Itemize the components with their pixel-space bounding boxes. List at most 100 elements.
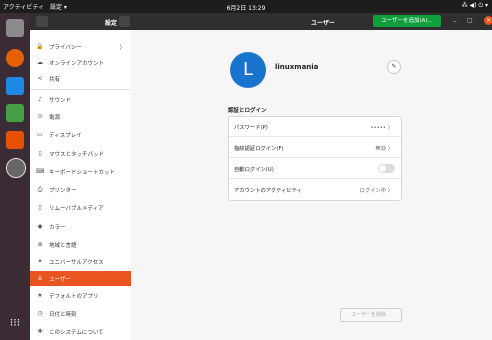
sidebar-item-label: 地域と言語 <box>49 242 77 249</box>
row-value: ログイン中 〉 <box>359 188 393 194</box>
plus-icon: ✚ <box>37 328 43 335</box>
power-icon: ⊙ <box>37 113 43 120</box>
clock-icon: ◷ <box>37 310 43 317</box>
sidebar-item-accessibility[interactable]: ✦ ユニバーサルアクセス <box>30 254 131 269</box>
writer-icon[interactable] <box>6 77 24 95</box>
sidebar-item-about[interactable]: ✚ このシステムについて <box>30 324 131 339</box>
row-value: ••••• 〉 <box>370 125 393 131</box>
avatar[interactable]: L <box>230 52 266 88</box>
sidebar-item-label: 日付と時刻 <box>49 311 77 318</box>
close-icon[interactable]: × <box>484 16 492 25</box>
row-label: パスワード(P) <box>234 125 268 131</box>
sidebar-item-label: このシステムについて <box>49 329 104 336</box>
calc-icon[interactable] <box>6 104 24 122</box>
app-menu[interactable]: 設定 ▾ <box>50 2 67 11</box>
sidebar-item-label: ディスプレイ <box>49 132 82 139</box>
sidebar-item-label: カラー <box>49 224 66 231</box>
toggle-knob <box>379 165 386 172</box>
show-apps-icon[interactable]: ⁝⁝⁝ <box>6 314 24 332</box>
users-panel: L linuxmania ✎ 認証とログイン パスワード(P) ••••• 〉 … <box>131 30 492 340</box>
user-name: linuxmania <box>275 63 319 71</box>
section-title: 認証とログイン <box>228 108 267 114</box>
top-bar: アクティビティ 設定 ▾ 6月2日 13:29 ⁂ ◀) ⏻ ▾ <box>0 0 492 13</box>
row-label: アカウントのアクティビティ <box>234 188 302 194</box>
add-user-button[interactable]: ユーザーを追加(A)... <box>373 15 441 27</box>
mouse-icon: ▯ <box>38 150 42 157</box>
files-icon[interactable] <box>6 19 24 37</box>
auto-login-row: 自動ログイン(U) <box>229 159 401 179</box>
sidebar-item-label: キーボードショートカット <box>49 169 116 176</box>
display-icon: ▭ <box>37 131 43 138</box>
user-icon: ♙ <box>37 275 43 282</box>
keyboard-icon: ⌨ <box>35 168 45 175</box>
sidebar-item-users[interactable]: ♙ ユーザー <box>30 271 131 286</box>
hamburger-menu-icon[interactable] <box>119 16 130 27</box>
row-label: 自動ログイン(U) <box>234 167 274 173</box>
password-row[interactable]: パスワード(P) ••••• 〉 <box>229 117 401 137</box>
maximize-icon[interactable]: □ <box>467 17 473 24</box>
sidebar-divider <box>30 89 131 90</box>
printer-icon: ⎙ <box>37 185 43 193</box>
fingerprint-login-row[interactable]: 指紋認証ログイン(F) 無効 〉 <box>229 138 401 158</box>
sidebar-item-removable-media[interactable]: ▯ リムーバブルメディア <box>30 200 131 215</box>
sidebar-item-printers[interactable]: ⎙ プリンター <box>30 182 131 197</box>
sidebar-item-keyboard[interactable]: ⌨ キーボードショートカット <box>30 164 131 179</box>
sidebar-item-label: マウスとタッチパッド <box>49 151 105 158</box>
minimize-icon[interactable]: – <box>453 17 457 25</box>
share-icon: < <box>37 75 43 82</box>
sidebar-item-color[interactable]: ◆ カラー <box>30 219 131 234</box>
sidebar-item-label: オンラインアカウント <box>49 60 105 67</box>
sidebar-item-region[interactable]: ⊕ 地域と言語 <box>30 237 131 252</box>
sidebar-item-power[interactable]: ⊙ 電源 <box>30 109 131 124</box>
row-divider <box>229 136 401 137</box>
settings-title: 設定 <box>105 20 118 27</box>
chevron-right-icon: 〉 <box>119 44 125 51</box>
sidebar-item-label: リムーバブルメディア <box>49 205 104 212</box>
firefox-icon[interactable] <box>6 49 24 67</box>
sidebar-item-mouse[interactable]: ▯ マウスとタッチパッド <box>30 146 131 161</box>
account-activity-row[interactable]: アカウントのアクティビティ ログイン中 〉 <box>229 180 401 200</box>
sidebar-item-label: サウンド <box>49 97 72 104</box>
sidebar-item-label: 電源 <box>49 114 61 121</box>
usb-drive-icon: ▯ <box>38 204 42 211</box>
sidebar-item-sharing[interactable]: < 共有 <box>30 71 131 86</box>
row-value: 無効 〉 <box>375 146 393 152</box>
sidebar-item-label: プリンター <box>49 187 77 194</box>
panel-title: ユーザー <box>311 20 335 27</box>
auto-login-toggle[interactable] <box>378 164 395 173</box>
settings-sidebar: 🔒 プライバシー 〉 ☁ オンラインアカウント < 共有 ♪ サウンド ⊙ 電源… <box>30 30 132 340</box>
edit-name-button[interactable]: ✎ <box>387 60 401 74</box>
auth-settings-list: パスワード(P) ••••• 〉 指紋認証ログイン(F) 無効 〉 自動ログイン… <box>228 116 402 201</box>
row-label: 指紋認証ログイン(F) <box>234 146 284 152</box>
settings-icon[interactable] <box>6 158 26 178</box>
header-bar: 設定 ユーザー ユーザーを追加(A)... – □ × <box>30 13 492 30</box>
dock: ⁝⁝⁝ <box>0 13 30 340</box>
search-icon[interactable] <box>36 16 48 27</box>
row-divider <box>229 178 401 179</box>
lock-icon: 🔒 <box>36 43 44 50</box>
sidebar-item-label: ユーザー <box>49 276 71 283</box>
activities-button[interactable]: アクティビティ <box>3 2 44 11</box>
music-note-icon: ♪ <box>38 96 42 103</box>
sidebar-item-sound[interactable]: ♪ サウンド <box>30 92 131 107</box>
system-status-menu[interactable]: ⁂ ◀) ⏻ ▾ <box>462 2 488 10</box>
sidebar-item-privacy[interactable]: 🔒 プライバシー 〉 <box>30 39 131 54</box>
cloud-icon: ☁ <box>37 59 43 66</box>
sidebar-item-date-time[interactable]: ◷ 日付と時刻 <box>30 306 131 321</box>
sidebar-item-label: デフォルトのアプリ <box>49 293 99 300</box>
globe-icon: ⊕ <box>37 241 43 248</box>
row-divider <box>229 157 401 158</box>
sidebar-item-label: 共有 <box>49 76 61 83</box>
clock[interactable]: 6月2日 13:29 <box>0 3 492 12</box>
sidebar-item-label: ユニバーサルアクセス <box>49 259 104 266</box>
sidebar-item-online-accounts[interactable]: ☁ オンラインアカウント <box>30 55 131 70</box>
color-icon: ◆ <box>37 223 43 230</box>
remove-user-button[interactable]: ユーザーを削除... <box>340 308 402 322</box>
impress-icon[interactable] <box>6 131 24 149</box>
sidebar-item-display[interactable]: ▭ ディスプレイ <box>30 127 131 142</box>
pencil-icon: ✎ <box>391 63 397 70</box>
accessibility-icon: ✦ <box>37 258 43 265</box>
star-icon: ★ <box>37 292 43 299</box>
sidebar-item-label: プライバシー <box>49 44 82 51</box>
sidebar-item-default-apps[interactable]: ★ デフォルトのアプリ <box>30 288 131 303</box>
